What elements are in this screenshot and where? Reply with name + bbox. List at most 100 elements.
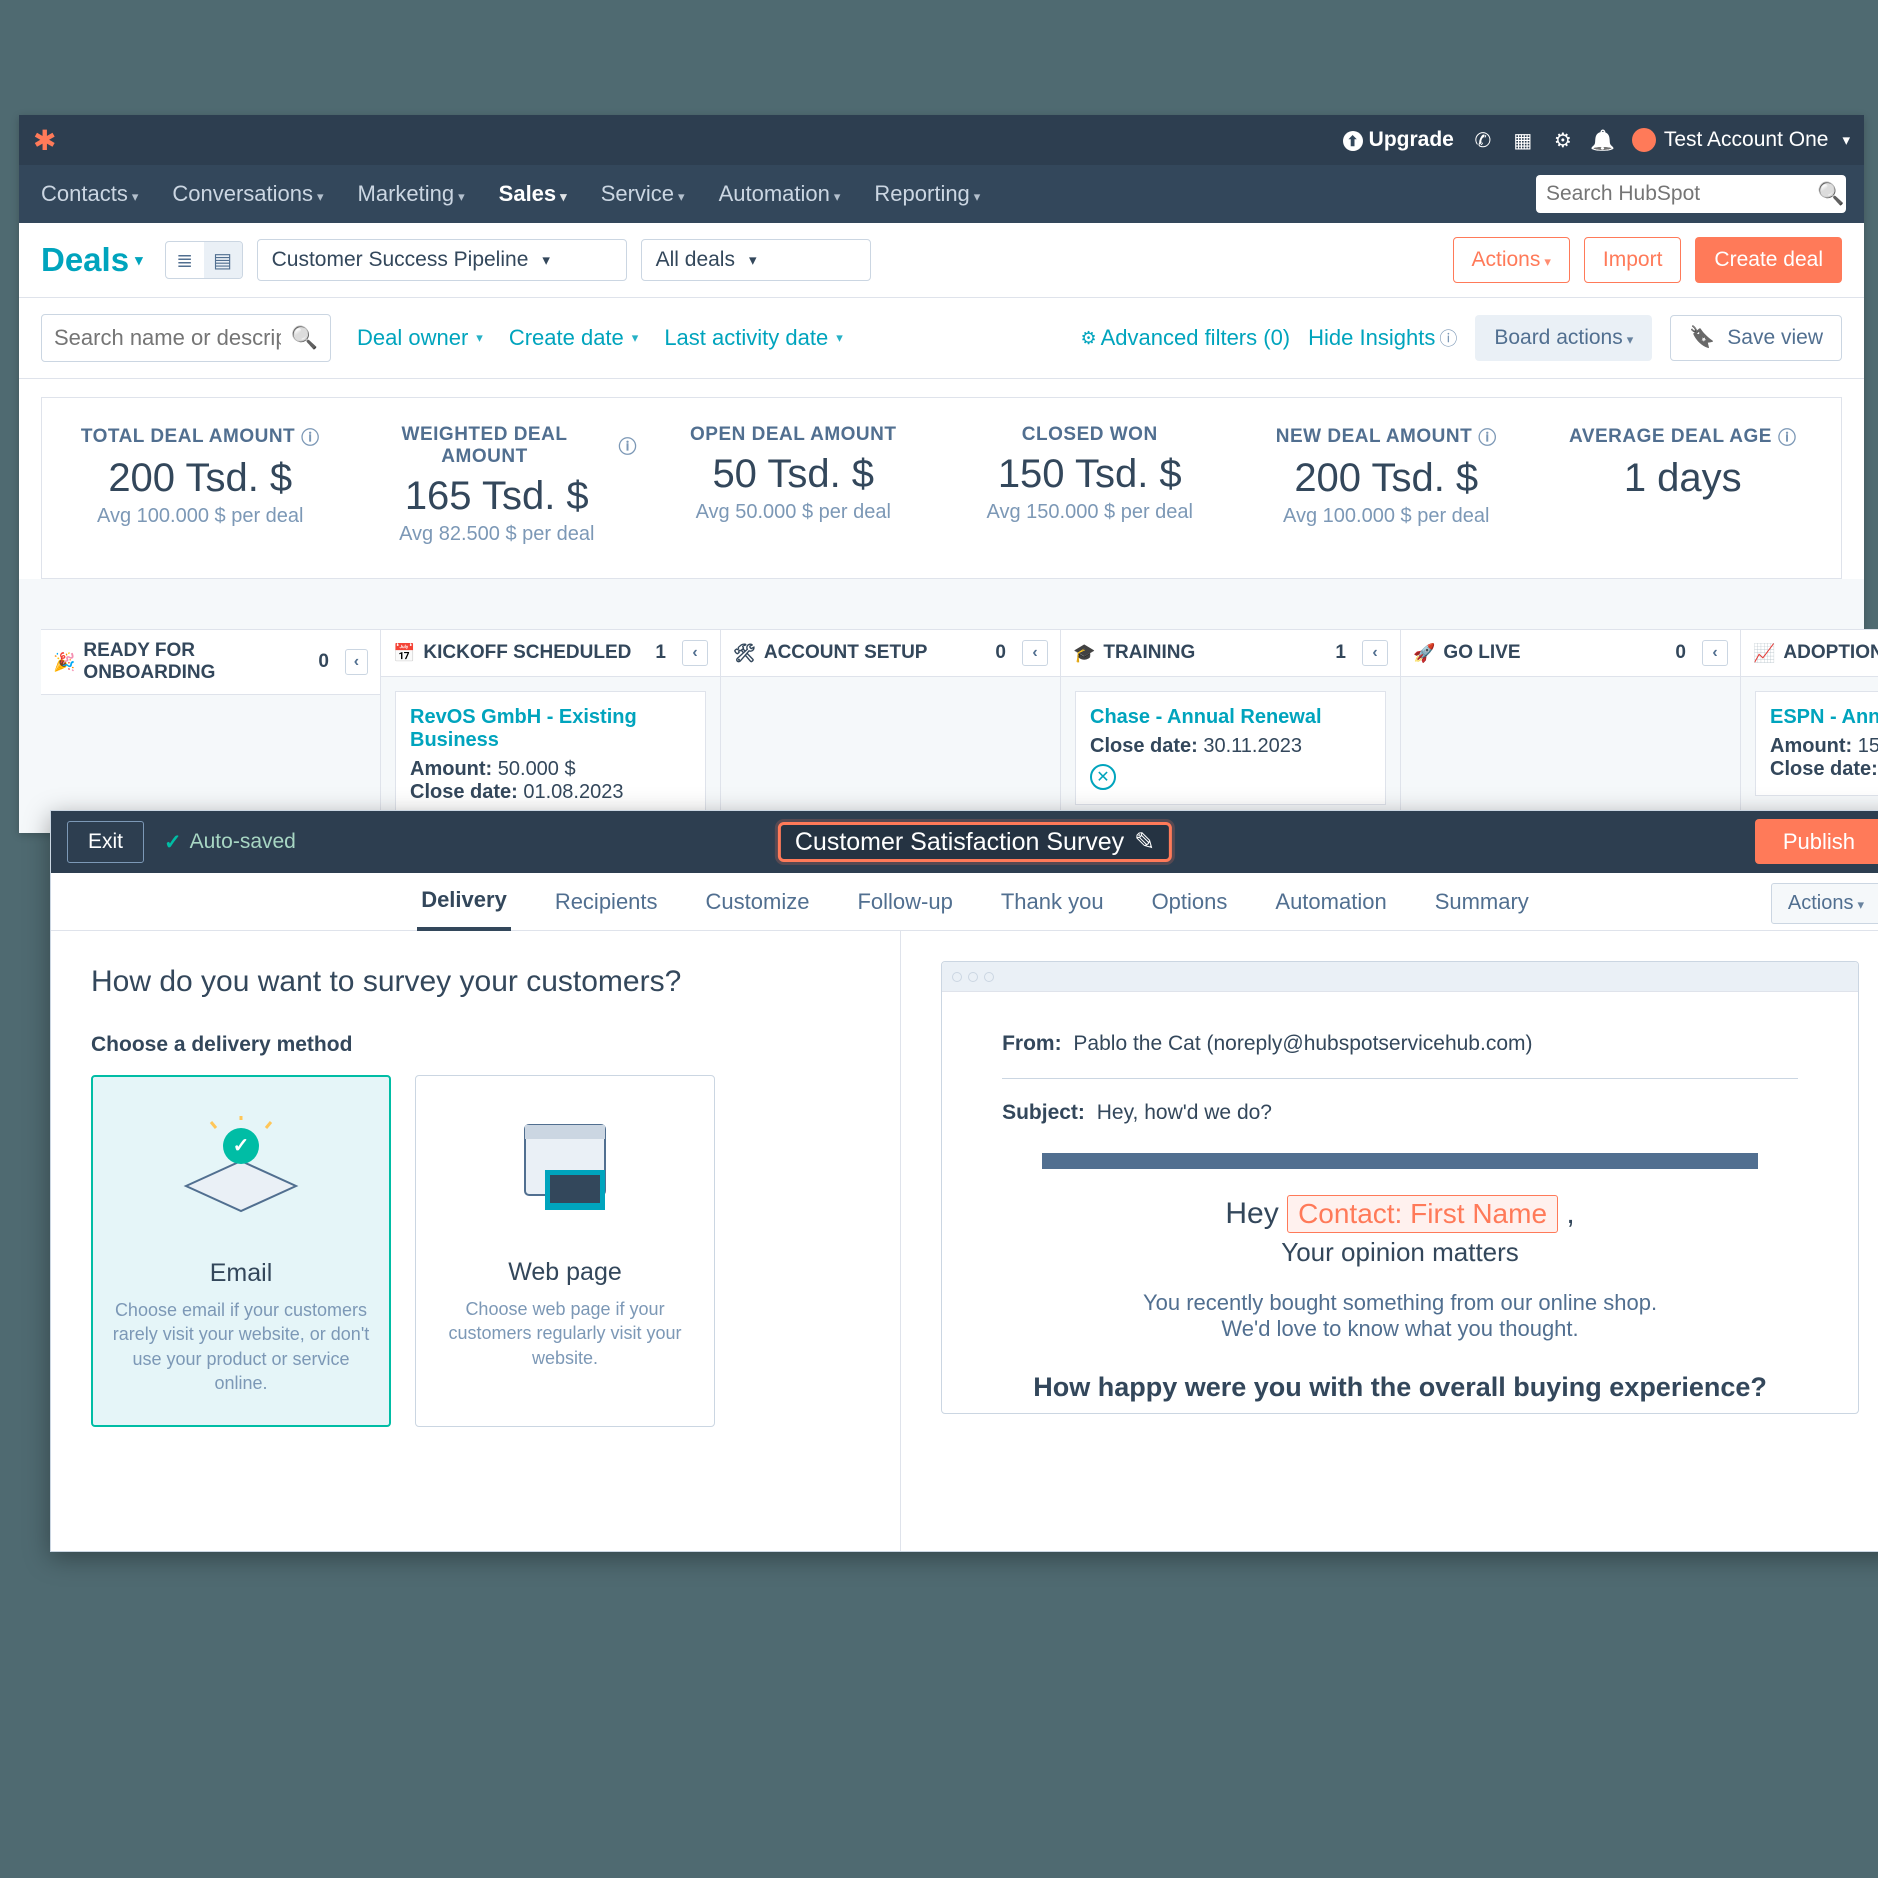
nav-conversations[interactable]: Conversations	[168, 181, 327, 207]
save-view-button[interactable]: Save view	[1670, 315, 1842, 361]
tab-delivery[interactable]: Delivery	[417, 873, 511, 931]
exit-button[interactable]: Exit	[67, 821, 144, 863]
deals-search[interactable]	[41, 314, 331, 362]
board-column-header: 🚀GO LIVE0‹	[1401, 629, 1740, 677]
column-count: 0	[987, 642, 1014, 664]
deal-card[interactable]: ESPN - AnnuaAmount: 150.0Close date: 08	[1755, 691, 1878, 796]
board-view-button[interactable]	[204, 242, 242, 278]
column-emoji-icon: 📈	[1753, 643, 1775, 664]
preview-question: How happy were you with the overall buyi…	[1002, 1372, 1798, 1403]
create-deal-button[interactable]: Create deal	[1695, 237, 1842, 283]
tab-recipients[interactable]: Recipients	[551, 875, 662, 929]
global-search-input[interactable]	[1546, 182, 1817, 206]
deal-card[interactable]: RevOS GmbH - Existing BusinessAmount: 50…	[395, 691, 706, 819]
column-emoji-icon: 🎉	[53, 652, 75, 673]
info-icon[interactable]	[619, 433, 638, 459]
account-menu[interactable]: Test Account One	[1632, 128, 1850, 152]
marketplace-icon[interactable]	[1512, 129, 1534, 151]
hide-insights-button[interactable]: Hide Insights	[1308, 325, 1457, 351]
survey-title[interactable]: Customer Satisfaction Survey	[778, 822, 1172, 862]
filter-create-date[interactable]: Create date	[509, 325, 639, 351]
board-column: 📈ADOPTION AN‹ESPN - AnnuaAmount: 150.0Cl…	[1741, 629, 1878, 833]
nav-service[interactable]: Service	[597, 181, 689, 207]
tab-follow-up[interactable]: Follow-up	[853, 875, 956, 929]
column-emoji-icon: 🛠	[733, 643, 756, 664]
check-icon	[164, 830, 182, 855]
survey-topbar: Exit Auto-saved Customer Satisfaction Su…	[51, 811, 1878, 873]
notifications-icon[interactable]	[1592, 129, 1614, 151]
save-view-label: Save view	[1727, 326, 1823, 349]
phone-icon[interactable]	[1472, 129, 1494, 151]
nav-contacts[interactable]: Contacts	[37, 181, 142, 207]
advanced-filters-label: Advanced filters (0)	[1101, 325, 1291, 351]
remove-badge-icon[interactable]: ✕	[1090, 764, 1116, 790]
hide-insights-label: Hide Insights	[1308, 325, 1435, 351]
deals-search-input[interactable]	[54, 325, 281, 351]
preview-from: From: Pablo the Cat (noreply@hubspotserv…	[1002, 1022, 1798, 1066]
delivery-card-email[interactable]: ✓ Email Choose email if your customers r…	[91, 1075, 391, 1427]
search-icon	[291, 325, 318, 351]
nav-automation[interactable]: Automation	[715, 181, 845, 207]
filter-last-activity[interactable]: Last activity date	[664, 325, 842, 351]
board-column: 📅KICKOFF SCHEDULED1‹ RevOS GmbH - Existin…	[381, 629, 721, 833]
metric-weighted-deal-amount: WEIGHTED DEAL AMOUNT 165 Tsd. $ Avg 82.5…	[349, 420, 646, 550]
collapse-column-button[interactable]: ‹	[1022, 640, 1048, 666]
delivery-card-email-title: Email	[111, 1259, 371, 1288]
advanced-filters-button[interactable]: Advanced filters (0)	[1080, 325, 1290, 351]
info-icon[interactable]	[301, 424, 320, 450]
tab-options[interactable]: Options	[1148, 875, 1232, 929]
metric-average-deal-age: AVERAGE DEAL AGE 1 days	[1535, 420, 1832, 550]
nav-reporting[interactable]: Reporting	[870, 181, 984, 207]
import-button[interactable]: Import	[1584, 237, 1682, 283]
survey-actions-button[interactable]: Actions	[1771, 883, 1878, 924]
collapse-column-button[interactable]: ‹	[345, 649, 368, 675]
deal-card[interactable]: Chase - Annual RenewalClose date: 30.11.…	[1075, 691, 1386, 805]
list-view-button[interactable]	[166, 242, 204, 278]
column-count: 0	[1667, 642, 1694, 664]
deals-title[interactable]: Deals	[41, 241, 143, 279]
nav-marketing[interactable]: Marketing	[354, 181, 469, 207]
info-icon[interactable]	[1478, 424, 1497, 450]
account-name: Test Account One	[1664, 128, 1829, 152]
filter-deal-owner[interactable]: Deal owner	[357, 325, 483, 351]
upgrade-button[interactable]: Upgrade	[1343, 128, 1454, 152]
nav-sales[interactable]: Sales	[495, 181, 571, 207]
personalization-token[interactable]: Contact: First Name	[1287, 1195, 1558, 1233]
search-icon	[1817, 181, 1844, 207]
collapse-column-button[interactable]: ‹	[682, 640, 708, 666]
board-column-header: 📅KICKOFF SCHEDULED1‹	[381, 629, 720, 677]
collapse-column-button[interactable]: ‹	[1362, 640, 1388, 666]
publish-button[interactable]: Publish	[1755, 819, 1878, 864]
survey-tabs: Delivery Recipients Customize Follow-up …	[51, 873, 1878, 931]
board-column-header: 🛠ACCOUNT SETUP0‹	[721, 629, 1060, 677]
deal-card-close-date: Close date: 30.11.2023	[1090, 735, 1371, 758]
info-icon[interactable]	[1778, 424, 1797, 450]
column-count: 1	[1327, 642, 1354, 664]
metric-total-deal-amount: TOTAL DEAL AMOUNT 200 Tsd. $ Avg 100.000…	[52, 420, 349, 550]
column-title: ADOPTION AN	[1783, 642, 1878, 664]
hubspot-logo[interactable]: ✱	[33, 124, 56, 157]
email-preview: From: Pablo the Cat (noreply@hubspotserv…	[941, 961, 1859, 1414]
column-count: 0	[310, 651, 337, 673]
tab-thank-you[interactable]: Thank you	[997, 875, 1108, 929]
collapse-column-button[interactable]: ‹	[1702, 640, 1728, 666]
tab-automation[interactable]: Automation	[1271, 875, 1390, 929]
preview-paragraph: You recently bought something from our o…	[1140, 1290, 1660, 1342]
actions-button[interactable]: Actions	[1453, 237, 1570, 283]
global-search[interactable]	[1536, 175, 1846, 213]
metric-open-deal-amount: OPEN DEAL AMOUNT 50 Tsd. $ Avg 50.000 $ …	[645, 420, 942, 550]
tab-summary[interactable]: Summary	[1431, 875, 1533, 929]
view-select[interactable]: All deals	[641, 239, 871, 281]
deal-card-close-date: Close date: 01.08.2023	[410, 781, 691, 804]
pencil-icon[interactable]	[1134, 827, 1155, 857]
delivery-card-webpage[interactable]: Web page Choose web page if your custome…	[415, 1075, 715, 1427]
app-window: ✱ Upgrade Test Account One Contacts Conv…	[19, 115, 1864, 833]
pipeline-select[interactable]: Customer Success Pipeline	[257, 239, 627, 281]
settings-icon[interactable]	[1552, 129, 1574, 151]
tab-customize[interactable]: Customize	[702, 875, 814, 929]
preview-header-bar	[1042, 1153, 1758, 1169]
avatar	[1632, 128, 1656, 152]
deal-card-title: RevOS GmbH - Existing Business	[410, 706, 691, 752]
board-actions-button[interactable]: Board actions	[1475, 315, 1652, 361]
metrics-panel: TOTAL DEAL AMOUNT 200 Tsd. $ Avg 100.000…	[41, 397, 1842, 579]
